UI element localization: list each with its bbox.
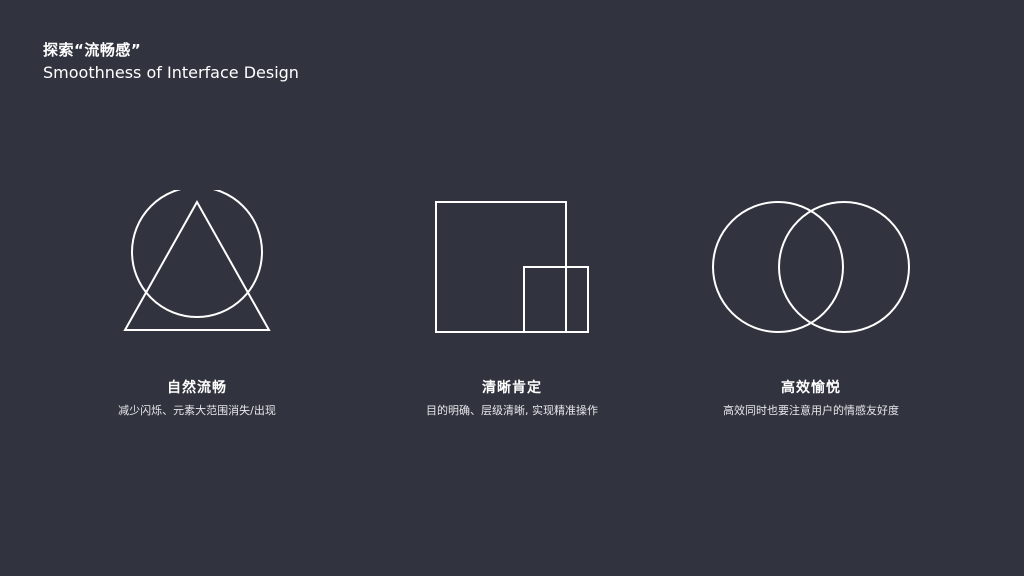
concept-description: 高效同时也要注意用户的情感友好度 [723,404,899,417]
nested-squares-icon [435,201,589,333]
concept-clear-definite: 清晰肯定 目的明确、层级清晰, 实现精准操作 [372,190,652,419]
concept-title: 清晰肯定 [482,380,542,396]
page-header: 探索“流畅感” Smoothness of Interface Design [43,39,299,84]
page-title-en: Smoothness of Interface Design [43,63,299,82]
concept-description: 目的明确、层级清晰, 实现精准操作 [426,404,598,417]
overlapping-circles-icon [712,201,910,333]
concept-title: 自然流畅 [167,380,227,396]
concept-efficient-pleasant: 高效愉悦 高效同时也要注意用户的情感友好度 [671,190,951,419]
concept-title: 高效愉悦 [781,380,841,396]
circle-triangle-icon [123,190,271,331]
concept-natural-smooth: 自然流畅 减少闪烁、元素大范围消失/出现 [57,190,337,419]
concept-description: 减少闪烁、元素大范围消失/出现 [118,404,276,417]
page-title-cn: 探索“流畅感” [43,41,142,59]
